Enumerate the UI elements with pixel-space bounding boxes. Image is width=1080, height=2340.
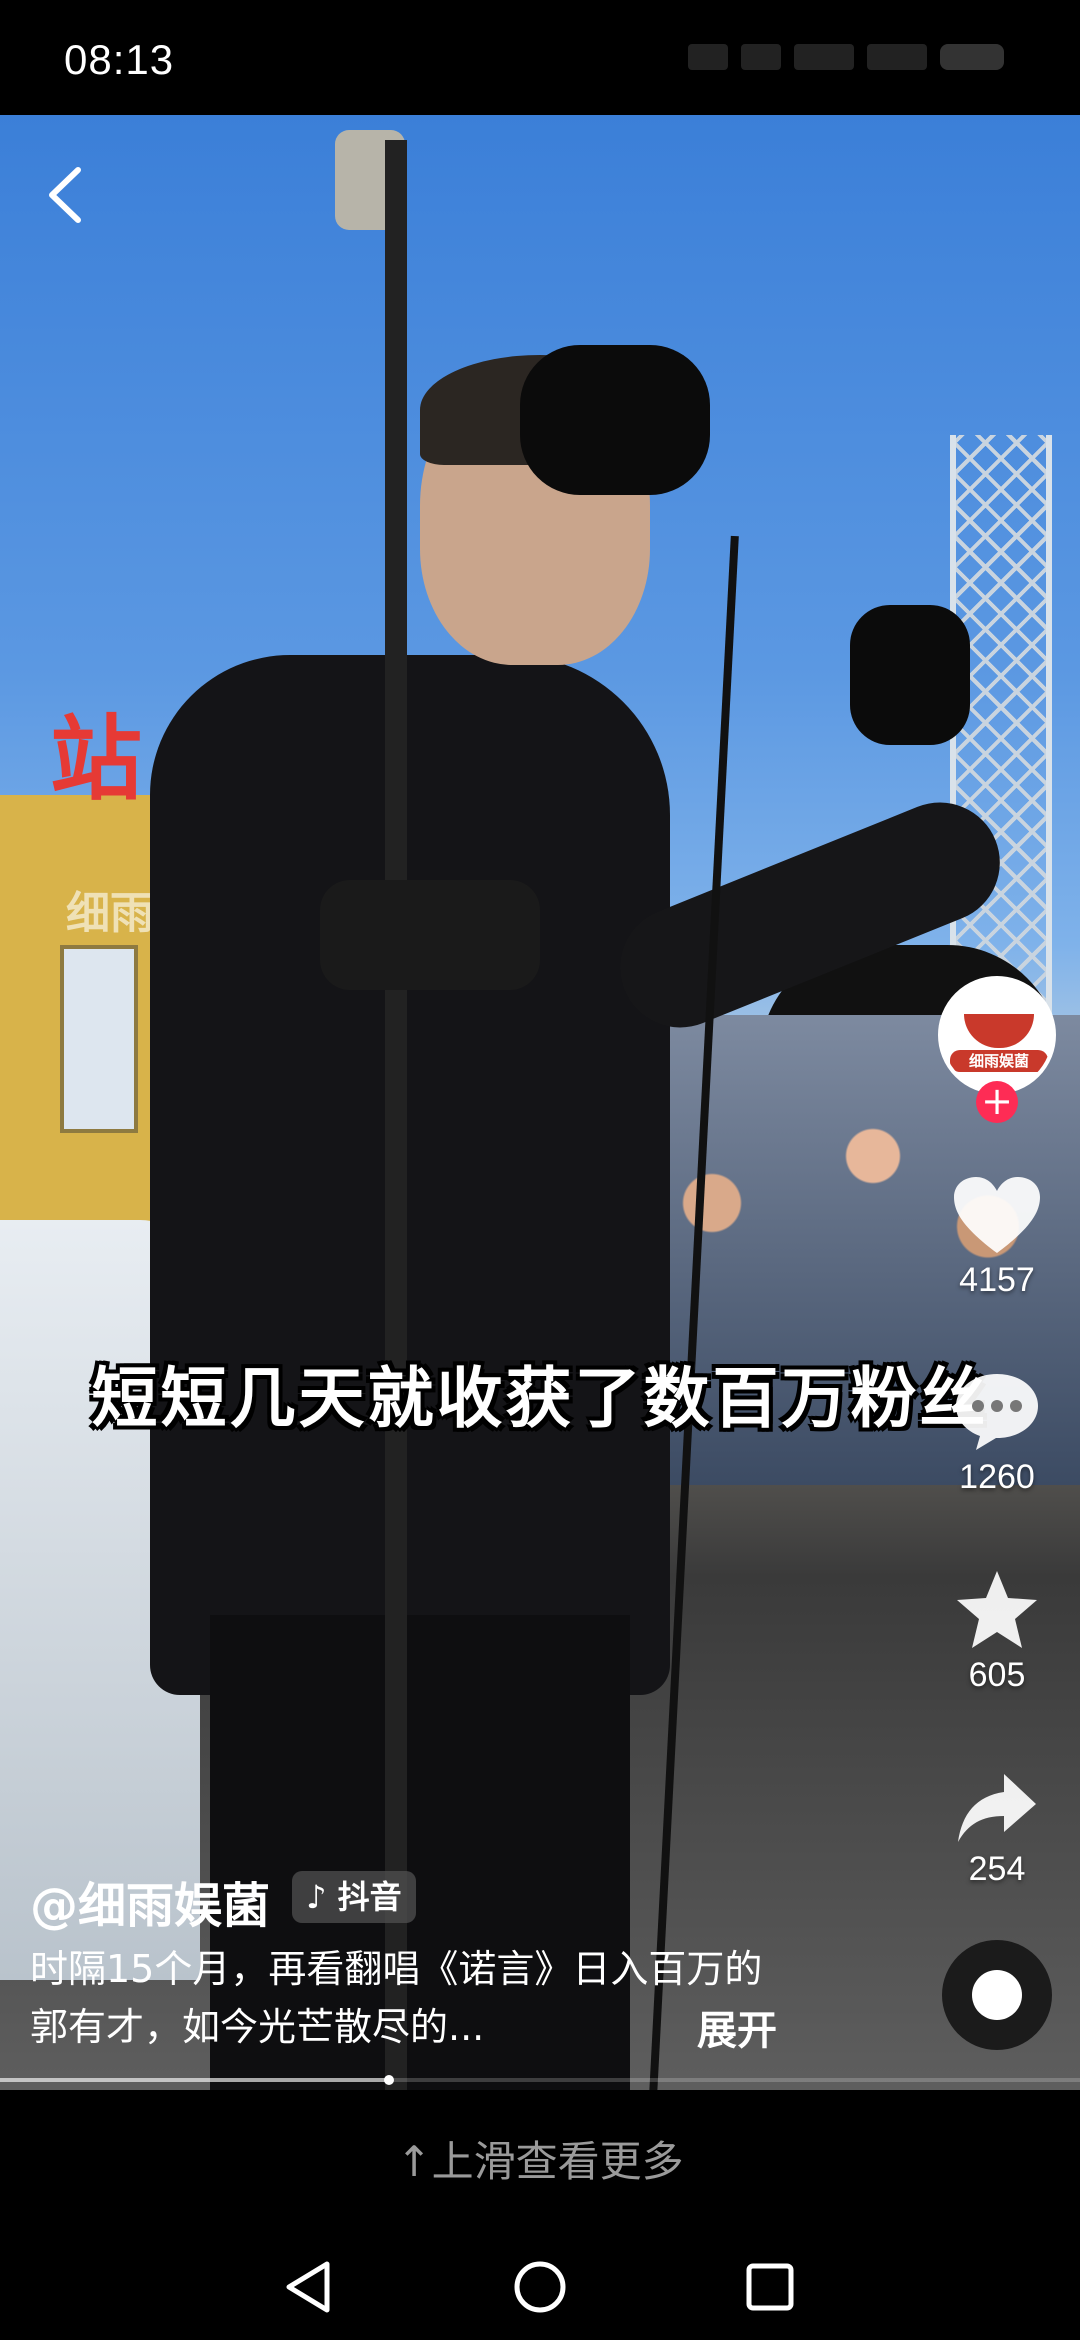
swipe-up-label: 上滑查看更多 bbox=[431, 2137, 684, 2186]
singer-hand-on-mic bbox=[520, 345, 710, 495]
vpn-icon bbox=[867, 44, 928, 70]
star-icon bbox=[957, 1571, 1037, 1648]
follow-button[interactable]: + bbox=[976, 1081, 1018, 1123]
square-recents-icon[interactable] bbox=[735, 2252, 805, 2322]
favorite-button[interactable]: 605 bbox=[927, 1568, 1067, 1695]
comment-bubble-icon bbox=[956, 1374, 1038, 1450]
notification-icon bbox=[794, 44, 855, 70]
avatar-logo-text: 细雨娱菌 bbox=[950, 1050, 1048, 1072]
tiktok-note-icon: ♪ bbox=[306, 1878, 327, 1916]
share-count: 254 bbox=[968, 1850, 1026, 1888]
comment-count: 1260 bbox=[959, 1458, 1035, 1496]
author-avatar[interactable]: 细雨娱菌 bbox=[938, 976, 1056, 1094]
station-sign: 站 bbox=[50, 705, 143, 813]
singer-suit bbox=[150, 655, 670, 1695]
post-description: 时隔15个月，再看翻唱《诺言》日入百万的郭有才，如今光芒散尽的... bbox=[30, 1947, 763, 2049]
system-nav-bar bbox=[0, 2230, 1080, 2340]
video-player[interactable]: 站 细雨娱菌 bbox=[0, 115, 1080, 2090]
comment-button[interactable]: 1260 bbox=[927, 1370, 1067, 1497]
signal-icon bbox=[688, 44, 728, 70]
music-disc-button[interactable] bbox=[942, 1940, 1052, 2050]
status-time: 08:13 bbox=[64, 36, 175, 83]
like-count: 4157 bbox=[959, 1261, 1035, 1299]
circle-home-icon[interactable] bbox=[505, 2252, 575, 2322]
bowl-logo-icon bbox=[964, 1014, 1034, 1048]
share-button[interactable]: 254 bbox=[927, 1770, 1067, 1889]
back-button[interactable] bbox=[40, 160, 100, 230]
status-bar: 08:13 bbox=[0, 0, 1080, 115]
singer-glove bbox=[850, 605, 970, 745]
source-tag-label: 抖音 bbox=[337, 1878, 402, 1916]
video-progress-fill bbox=[0, 2078, 389, 2082]
mic-stand-clamp bbox=[320, 880, 540, 990]
share-arrow-icon bbox=[958, 1774, 1036, 1842]
like-button[interactable]: 4157 bbox=[927, 1175, 1067, 1300]
battery-icon bbox=[940, 44, 1005, 70]
swipe-up-hint[interactable]: ↑上滑查看更多 bbox=[0, 2128, 1080, 2189]
source-tag[interactable]: ♪ 抖音 bbox=[292, 1871, 416, 1923]
chevron-left-icon bbox=[49, 167, 81, 223]
expand-button[interactable]: 展开 bbox=[697, 1998, 777, 2056]
triangle-back-icon[interactable] bbox=[275, 2252, 345, 2322]
building-window bbox=[60, 945, 138, 1133]
mic-stand bbox=[385, 140, 407, 2090]
singer bbox=[150, 345, 1018, 2090]
status-icons bbox=[680, 44, 1010, 74]
arrow-up-icon: ↑ bbox=[396, 2137, 432, 2186]
heart-icon bbox=[954, 1177, 1040, 1253]
favorite-count: 605 bbox=[968, 1656, 1026, 1694]
video-progress-bar[interactable] bbox=[0, 2075, 1080, 2085]
wifi-icon bbox=[741, 44, 782, 70]
music-disc-icon bbox=[972, 1970, 1022, 2020]
video-progress-knob[interactable] bbox=[383, 2075, 394, 2085]
video-caption: 短短几天就收获了数百万粉丝 bbox=[91, 1360, 989, 1437]
author-name[interactable]: @细雨娱菌 bbox=[30, 1866, 270, 1936]
